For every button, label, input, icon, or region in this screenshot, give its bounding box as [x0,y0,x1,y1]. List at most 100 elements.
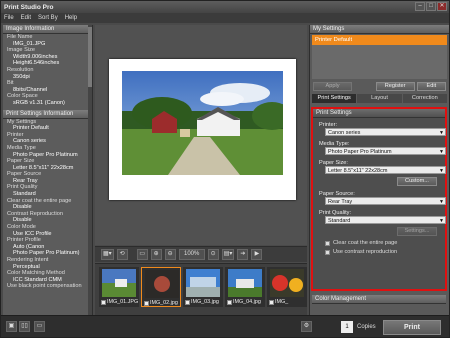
custom-button[interactable]: Custom... [397,177,437,186]
chevron-down-icon: ▼ [439,199,444,205]
view-split-icon[interactable]: ▯▯ [19,321,30,332]
my-settings-header[interactable]: My Settings [310,25,449,34]
clear-coat-option[interactable]: Clear coat the entire page [313,240,445,246]
info-value: Printer Default [13,125,49,132]
print-quality-select[interactable]: Standard ▼ [325,216,446,224]
info-sidebar: Image Information File Name IMG_01.JPG Ima… [3,25,93,337]
thumbnail-checkbox[interactable] [101,300,106,305]
info-value: Auto (Canon [13,243,45,250]
thumbnail-item[interactable]: IMG_01.JPG [99,267,139,307]
thumbnail-item[interactable]: IMG_03.jpg [183,267,223,307]
window-title: Print Studio Pro [4,3,54,11]
chevron-down-icon: ▼ [439,130,444,136]
zoom-out-icon[interactable]: ⊖ [164,249,176,260]
view-single-icon[interactable]: ▣ [6,321,17,332]
info-value: Width9.006inches [13,53,58,60]
info-key: Contrast Reproduction [7,210,63,217]
info-value: ICC Standard CMM [13,276,62,283]
thumbnail-checkbox[interactable] [185,300,190,305]
zoom-in-icon[interactable]: ⊕ [150,249,162,260]
print-quality-value: Standard [328,218,351,224]
info-key: Printer Profile [7,237,41,244]
info-key: Use black point compensation [7,283,82,290]
chevron-down-icon: ▼ [439,168,444,174]
edit-button[interactable]: Edit [416,82,446,91]
apply-button[interactable]: Apply [313,82,353,91]
contrast-checkbox[interactable] [325,249,330,255]
minimize-button[interactable]: – [415,2,425,11]
thumbnail-checkbox[interactable] [144,301,149,306]
image-info-header[interactable]: Image Information [3,25,92,34]
register-button[interactable]: Register [375,82,415,91]
thumbnail-label: IMG_04.jpg [233,299,261,305]
preview-toolbar: ▦▾ ⟲ ▭ ⊕ ⊖ 100% ⊙ ▤▾ ➔ ▶ [95,246,307,262]
bottom-bar: ▣ ▯▯ ▭ ⚙ 1 Copies Print [1,315,449,337]
gear-icon[interactable]: ⚙ [301,321,312,332]
zoom-level[interactable]: 100% [178,249,205,260]
next-icon[interactable]: ➔ [237,249,249,260]
media-type-value: Photo Paper Pro Platinum [328,149,392,155]
rotate-icon[interactable]: ⟲ [116,249,128,260]
info-value: Rear Tray [13,177,38,184]
thumbnail-image [186,269,220,297]
info-value: Height6.546inches [13,60,60,67]
printer-select[interactable]: Canon series ▼ [325,128,446,136]
thumbnail-checkbox[interactable] [227,300,232,305]
copies-input[interactable]: 1 [341,321,353,333]
menu-file[interactable]: File [4,15,14,21]
paper-source-select[interactable]: Rear Tray ▼ [325,197,446,205]
thumbnail-item[interactable]: IMG_ [267,267,307,307]
paper-source-value: Rear Tray [328,199,353,205]
contrast-option[interactable]: Use contrast reproduction [313,249,445,255]
thumbnail-item-selected[interactable]: IMG_02.jpg [141,267,181,307]
my-settings-selected[interactable]: Printer Default [312,35,447,45]
tab-layout[interactable]: Layout [357,94,402,103]
info-value: 350dpi [13,73,30,80]
maximize-button[interactable]: □ [426,2,436,11]
info-key: Media Type [7,144,36,151]
menu-bar: File Edit Sort By Help [1,13,449,23]
menu-help[interactable]: Help [65,15,77,21]
info-key: Resolution [7,66,34,73]
info-value: 8bits/Channel [13,86,48,93]
arrange-icon[interactable]: ▤▾ [221,249,235,260]
sidebar-scrollbar[interactable] [88,25,92,315]
view-list-icon[interactable]: ▭ [34,321,45,332]
tab-print-settings[interactable]: Print Settings [312,94,357,103]
thumbnail-label: IMG_01.JPG [107,299,139,305]
thumbnail-item[interactable]: IMG_04.jpg [225,267,265,307]
thumbnail-image [102,269,136,297]
tab-correction[interactable]: Correction [402,94,447,103]
info-value: sRGB v1.31 (Canon) [13,99,65,106]
move-icon[interactable]: ▶ [251,249,263,260]
print-info-header[interactable]: Print Settings Information [3,109,92,119]
info-value: Photo Paper Pro Platinum [13,151,78,158]
thumbnail-checkbox[interactable] [269,300,274,305]
info-key: Print Quality [7,184,38,191]
media-type-select[interactable]: Photo Paper Pro Platinum ▼ [325,147,446,155]
fit-icon[interactable]: ⊙ [207,249,219,260]
settings-button[interactable]: Settings... [397,227,437,236]
info-value: Photo Paper Pro Platinum) [13,250,80,257]
info-key: Printer [7,131,24,138]
layout-icon[interactable]: ▦▾ [101,249,114,260]
color-management-header[interactable]: Color Management [312,295,446,304]
menu-edit[interactable]: Edit [21,15,31,21]
copies-label: Copies [357,324,376,330]
info-key: Color Mode [7,224,36,231]
app-window: Print Studio Pro – □ ✕ File Edit Sort By… [0,0,450,338]
preview-photo [122,71,283,175]
paper-size-select[interactable]: Letter 8.5"x11" 22x28cm ▼ [325,166,446,174]
clear-coat-checkbox[interactable] [325,240,330,246]
info-value: Canon series [13,138,46,145]
preview-icon[interactable]: ▭ [136,249,148,260]
info-key: File Name [7,34,33,40]
menu-sort-by[interactable]: Sort By [38,15,58,21]
info-value: Use ICC Profile [13,230,52,237]
info-key: Clear coat the entire page [7,197,72,204]
my-settings-list[interactable] [312,45,447,79]
print-button[interactable]: Print [383,320,441,335]
scrollbar-thumb[interactable] [88,27,92,87]
printer-value: Canon series [328,130,361,136]
close-button[interactable]: ✕ [437,2,447,11]
